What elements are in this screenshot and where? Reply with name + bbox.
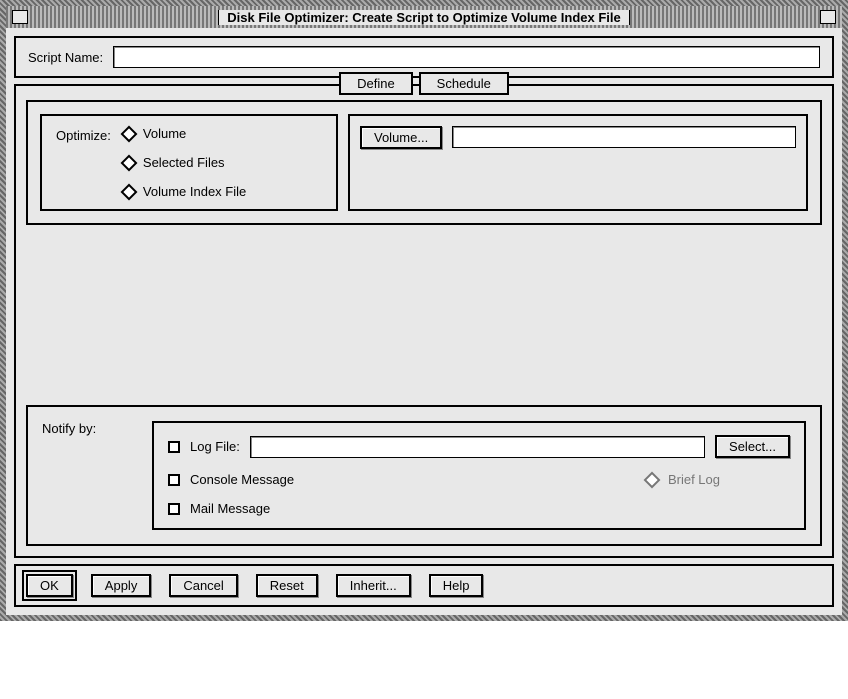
volume-display bbox=[452, 126, 796, 148]
window-menu-icon[interactable] bbox=[12, 10, 28, 24]
log-file-label: Log File: bbox=[190, 439, 240, 454]
optimize-radio-volume-index-file-label: Volume Index File bbox=[143, 184, 246, 199]
optimize-label: Optimize: bbox=[56, 126, 111, 199]
define-top-group: Optimize: Volume Selected Files Volum bbox=[26, 100, 822, 225]
diamond-icon bbox=[643, 471, 660, 488]
optimize-radio-volume-label: Volume bbox=[143, 126, 186, 141]
inherit-button[interactable]: Inherit... bbox=[336, 574, 411, 597]
tab-define[interactable]: Define bbox=[339, 72, 413, 95]
volume-group: Volume... bbox=[348, 114, 808, 211]
log-file-input[interactable] bbox=[250, 436, 705, 458]
diamond-icon bbox=[120, 183, 137, 200]
help-button[interactable]: Help bbox=[429, 574, 484, 597]
script-name-label: Script Name: bbox=[28, 50, 103, 65]
console-message-label: Console Message bbox=[190, 472, 294, 487]
cancel-button[interactable]: Cancel bbox=[169, 574, 237, 597]
notify-inner: Log File: Select... Console Message Brie… bbox=[152, 421, 806, 530]
button-bar: OK Apply Cancel Reset Inherit... Help bbox=[14, 564, 834, 607]
spacer bbox=[26, 225, 822, 405]
diamond-icon bbox=[120, 125, 137, 142]
script-name-input[interactable] bbox=[113, 46, 820, 68]
log-file-checkbox[interactable] bbox=[168, 441, 180, 453]
tab-schedule[interactable]: Schedule bbox=[419, 72, 509, 95]
client-area: Script Name: Define Schedule Optimize: V… bbox=[6, 28, 842, 615]
brief-log-label[interactable]: Brief Log bbox=[668, 472, 720, 487]
notify-label: Notify by: bbox=[42, 421, 132, 530]
app-window: Disk File Optimizer: Create Script to Op… bbox=[0, 0, 848, 621]
apply-button[interactable]: Apply bbox=[91, 574, 152, 597]
reset-button[interactable]: Reset bbox=[256, 574, 318, 597]
tab-container: Define Schedule Optimize: Volume Selecte… bbox=[14, 84, 834, 558]
mail-message-label: Mail Message bbox=[190, 501, 270, 516]
minimize-icon[interactable] bbox=[820, 10, 836, 24]
ok-button[interactable]: OK bbox=[26, 574, 73, 597]
optimize-radio-selected-files-label: Selected Files bbox=[143, 155, 225, 170]
console-message-checkbox[interactable] bbox=[168, 474, 180, 486]
log-file-select-button[interactable]: Select... bbox=[715, 435, 790, 458]
optimize-radio-volume-index-file[interactable]: Volume Index File bbox=[123, 184, 246, 199]
window-title: Disk File Optimizer: Create Script to Op… bbox=[218, 10, 629, 25]
optimize-radio-selected-files[interactable]: Selected Files bbox=[123, 155, 246, 170]
titlebar: Disk File Optimizer: Create Script to Op… bbox=[6, 6, 842, 28]
mail-message-checkbox[interactable] bbox=[168, 503, 180, 515]
optimize-radio-volume[interactable]: Volume bbox=[123, 126, 246, 141]
optimize-group: Optimize: Volume Selected Files Volum bbox=[40, 114, 338, 211]
diamond-icon bbox=[120, 154, 137, 171]
notify-panel: Notify by: Log File: Select... Console M… bbox=[26, 405, 822, 546]
volume-button[interactable]: Volume... bbox=[360, 126, 442, 149]
